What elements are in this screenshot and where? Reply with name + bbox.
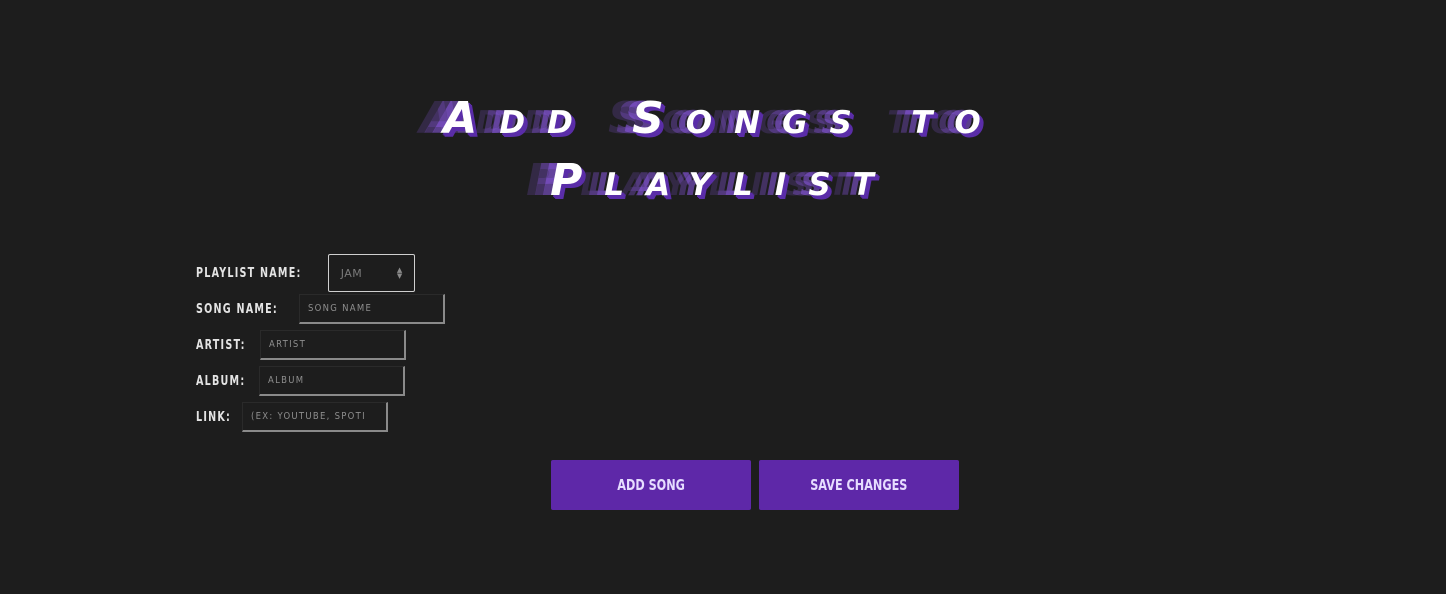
- song-name-label: SONG NAME:: [196, 301, 278, 317]
- save-changes-button[interactable]: SAVE CHANGES: [759, 460, 959, 510]
- up-down-chevron-icon: ▲ ▼: [396, 266, 403, 280]
- link-input[interactable]: (EX: YOUTUBE, SPOTI: [241, 402, 388, 432]
- add-song-button[interactable]: ADD SONG: [551, 460, 751, 510]
- playlist-name-label: PLAYLIST NAME:: [196, 265, 302, 281]
- page: Add Songs to Playlist PLAYLIST NAME: JAM…: [0, 0, 1446, 594]
- page-title-line-1: Add Songs to: [443, 93, 1003, 144]
- artist-input[interactable]: ARTIST: [259, 330, 406, 360]
- save-changes-button-label: SAVE CHANGES: [810, 476, 908, 494]
- album-input[interactable]: ALBUM: [259, 366, 406, 396]
- playlist-name-select[interactable]: JAM ▲ ▼: [327, 254, 415, 292]
- add-song-button-label: ADD SONG: [617, 476, 685, 494]
- artist-label: ARTIST:: [196, 337, 246, 353]
- album-placeholder: ALBUM: [268, 375, 305, 386]
- artist-placeholder: ARTIST: [268, 339, 306, 350]
- page-title: Add Songs to Playlist: [0, 88, 1446, 212]
- page-title-line-2: Playlist: [550, 155, 896, 206]
- add-song-form: PLAYLIST NAME: JAM ▲ ▼ SONG NAME: SONG NA…: [196, 254, 445, 435]
- playlist-name-selected-value: JAM: [340, 266, 363, 280]
- song-name-input[interactable]: SONG NAME: [298, 294, 445, 324]
- song-name-row: SONG NAME: SONG NAME: [196, 291, 445, 327]
- artist-row: ARTIST: ARTIST: [196, 327, 445, 363]
- album-row: ALBUM: ALBUM: [196, 363, 445, 399]
- link-placeholder: (EX: YOUTUBE, SPOTI: [250, 411, 366, 422]
- link-label: LINK:: [196, 409, 232, 425]
- song-name-placeholder: SONG NAME: [307, 303, 373, 314]
- album-label: ALBUM:: [196, 373, 246, 389]
- link-row: LINK: (EX: YOUTUBE, SPOTI: [196, 399, 445, 435]
- playlist-name-row: PLAYLIST NAME: JAM ▲ ▼: [196, 254, 445, 292]
